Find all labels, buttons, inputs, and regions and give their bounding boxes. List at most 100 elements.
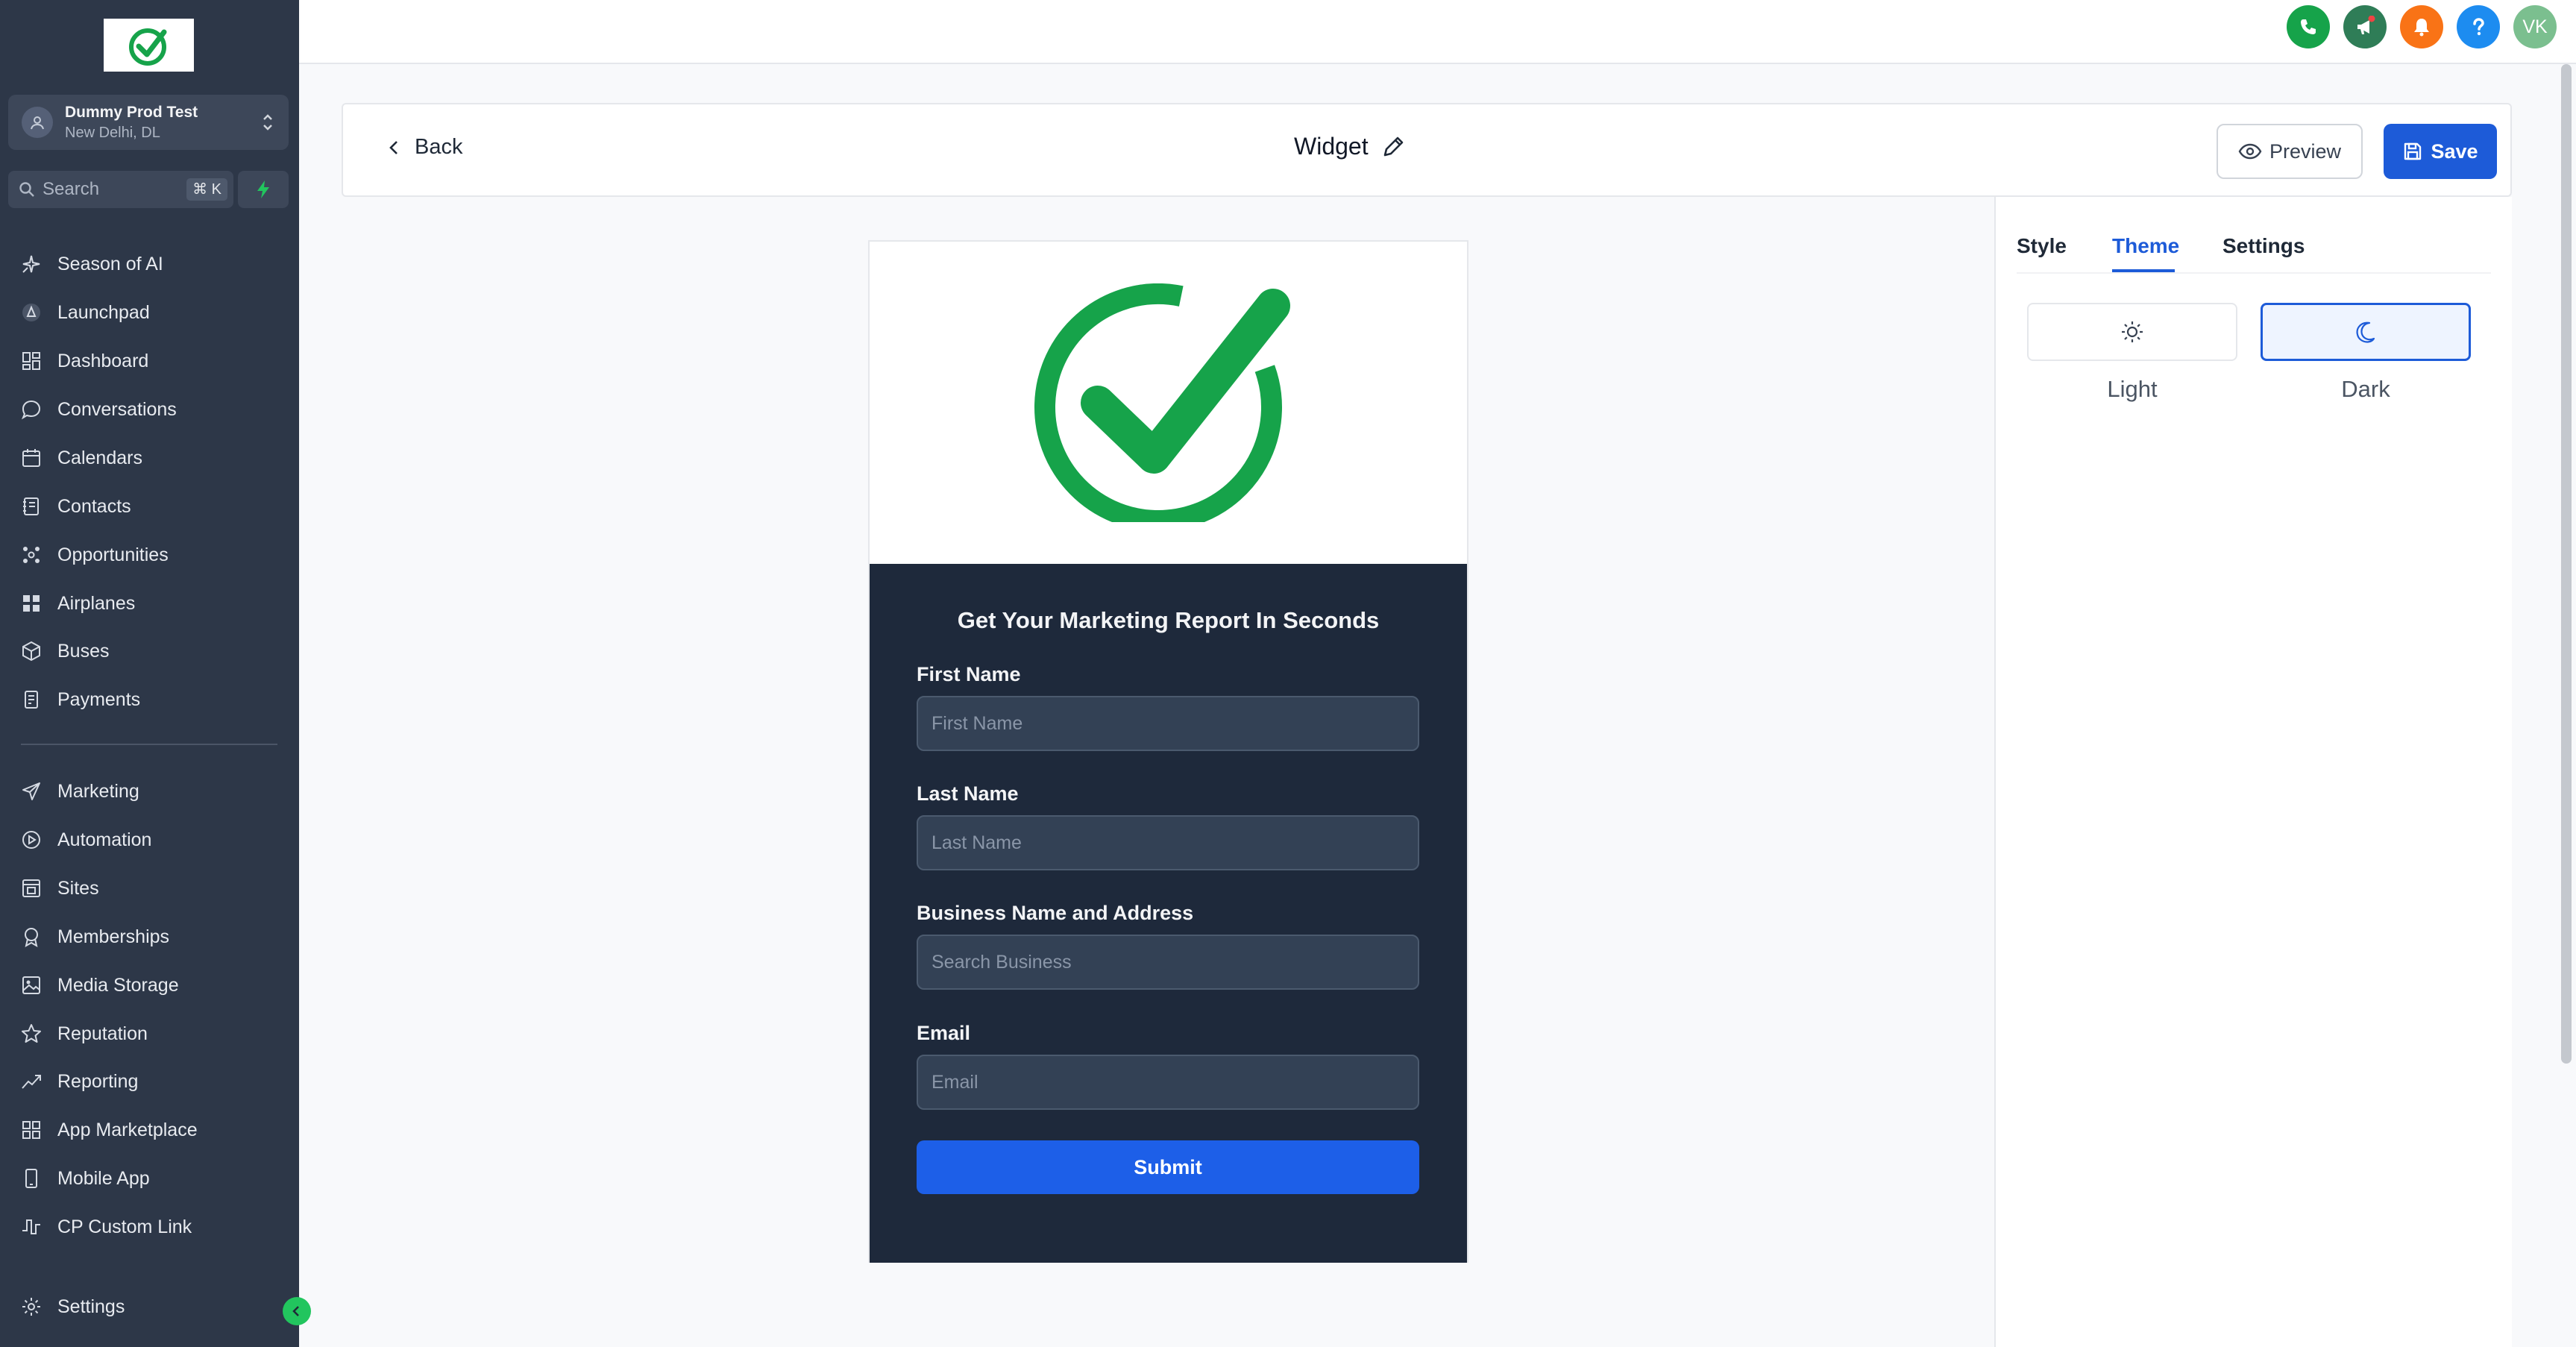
chevron-left-icon	[292, 1306, 299, 1316]
top-bar: VK	[299, 0, 2576, 64]
badge-icon	[19, 924, 44, 949]
pulse-icon	[19, 1214, 44, 1240]
contact-book-icon	[19, 494, 44, 519]
sidebar-item-label: Conversations	[57, 398, 177, 420]
back-button[interactable]: Back	[385, 135, 462, 160]
first-name-input[interactable]: First Name	[917, 696, 1419, 751]
sidebar-item-reporting[interactable]: Reporting	[19, 1063, 138, 1100]
sidebar-item-sites[interactable]: Sites	[19, 870, 99, 907]
sidebar-item-reputation[interactable]: Reputation	[19, 1015, 148, 1052]
chevron-left-icon	[389, 140, 398, 154]
sidebar-item-label: CP Custom Link	[57, 1216, 192, 1237]
trend-icon	[19, 1069, 44, 1094]
lightning-icon	[257, 180, 269, 198]
rocket-icon	[19, 300, 44, 325]
search-shortcut: ⌘ K	[186, 178, 227, 201]
form-heading: Get Your Marketing Report In Seconds	[957, 607, 1380, 633]
sidebar-item-label: Reporting	[57, 1070, 139, 1092]
sidebar-item-label: Reputation	[57, 1023, 148, 1044]
save-button[interactable]: Save	[2384, 124, 2497, 179]
sidebar-item-memberships[interactable]: Memberships	[19, 918, 169, 955]
sidebar-item-conversations[interactable]: Conversations	[19, 391, 177, 428]
bell-icon	[2414, 19, 2429, 37]
sidebar-item-cp-custom-link[interactable]: CP Custom Link	[19, 1208, 192, 1246]
sidebar-item-settings[interactable]: Settings	[19, 1288, 125, 1325]
account-location: New Delhi, DL	[65, 125, 160, 141]
last-name-input[interactable]: Last Name	[917, 815, 1419, 870]
calendar-icon	[19, 445, 44, 471]
phone-device-icon	[19, 1166, 44, 1191]
sidebar-item-contacts[interactable]: Contacts	[19, 488, 131, 525]
megaphone-icon	[2357, 16, 2375, 34]
widget-title: Widget	[1294, 133, 1369, 160]
sidebar-item-opportunities[interactable]: Opportunities	[19, 536, 169, 574]
sidebar-item-season-of-ai[interactable]: Season of AI	[19, 245, 163, 283]
search-icon	[19, 182, 34, 197]
sidebar-item-marketing[interactable]: Marketing	[19, 773, 139, 810]
sidebar-item-label: App Marketplace	[57, 1119, 198, 1140]
automation-icon	[19, 827, 44, 853]
page-scrollbar[interactable]	[2561, 64, 2572, 1064]
sidebar-item-app-marketplace[interactable]: App Marketplace	[19, 1111, 198, 1149]
chat-bubble-icon	[19, 397, 44, 422]
user-avatar[interactable]: VK	[2513, 5, 2557, 48]
search-placeholder: Search	[43, 179, 100, 199]
gear-icon	[19, 1294, 44, 1319]
sidebar-item-launchpad[interactable]: Launchpad	[19, 294, 150, 331]
network-icon	[19, 542, 44, 568]
announcements-button[interactable]	[2343, 5, 2387, 48]
check-logo-icon	[128, 28, 166, 66]
sidebar-item-label: Mobile App	[57, 1167, 150, 1189]
theme-light-label: Light	[2107, 376, 2158, 402]
eye-icon	[2238, 143, 2262, 160]
tab-style[interactable]: Style	[2017, 234, 2067, 258]
sidebar-item-label: Contacts	[57, 495, 131, 517]
image-icon	[19, 973, 44, 998]
tab-settings[interactable]: Settings	[2222, 234, 2305, 258]
sidebar-item-label: Memberships	[57, 926, 170, 947]
lead-form: Get Your Marketing Report In Seconds Fir…	[870, 564, 1467, 1263]
account-name: Dummy Prod Test	[65, 104, 198, 121]
site-icon	[19, 876, 44, 901]
company-logo[interactable]	[104, 19, 194, 72]
sidebar-item-label: Launchpad	[57, 301, 150, 323]
sidebar-item-label: Automation	[57, 829, 152, 850]
sidebar-item-label: Settings	[57, 1296, 125, 1317]
back-label: Back	[415, 135, 463, 159]
sidebar-item-media-storage[interactable]: Media Storage	[19, 967, 179, 1004]
sidebar-item-payments[interactable]: Payments	[19, 681, 140, 718]
sidebar-item-buses[interactable]: Buses	[19, 632, 109, 670]
sidebar-item-label: Payments	[57, 688, 141, 710]
preview-button[interactable]: Preview	[2217, 124, 2363, 179]
sidebar-collapse-button[interactable]	[283, 1297, 311, 1325]
sidebar-item-label: Calendars	[57, 447, 142, 468]
account-switcher[interactable]: Dummy Prod Test New Delhi, DL	[8, 95, 289, 150]
pencil-icon[interactable]	[1380, 134, 1406, 160]
business-search-input[interactable]: Search Business	[917, 935, 1419, 990]
sidebar-item-label: Airplanes	[57, 592, 136, 614]
theme-option-light[interactable]	[2027, 303, 2237, 361]
sidebar-item-calendars[interactable]: Calendars	[19, 439, 142, 477]
tab-divider	[2017, 272, 2491, 274]
submit-button[interactable]: Submit	[917, 1140, 1419, 1194]
sidebar-item-label: Buses	[57, 640, 110, 662]
tab-theme[interactable]: Theme	[2112, 234, 2179, 258]
sidebar-item-dashboard[interactable]: Dashboard	[19, 342, 148, 380]
quick-action-button[interactable]	[238, 171, 289, 208]
moon-icon	[2356, 321, 2375, 343]
sidebar-item-mobile-app[interactable]: Mobile App	[19, 1160, 150, 1197]
widget-logo	[870, 242, 1467, 564]
settings-panel: Style Theme Settings Light Dark	[1994, 197, 2512, 1347]
theme-option-dark[interactable]	[2261, 303, 2471, 361]
star-icon	[19, 1021, 44, 1046]
search-input[interactable]: Search ⌘ K	[8, 171, 233, 208]
phone-button[interactable]	[2287, 5, 2330, 48]
floppy-disk-icon	[2404, 142, 2422, 160]
email-input[interactable]: Email	[917, 1055, 1419, 1110]
notifications-button[interactable]	[2400, 5, 2443, 48]
sidebar-item-airplanes[interactable]: Airplanes	[19, 585, 135, 622]
sidebar: Dummy Prod Test New Delhi, DL Search ⌘ K…	[0, 0, 299, 1347]
help-button[interactable]	[2457, 5, 2500, 48]
chevron-updown-icon	[263, 114, 272, 131]
sidebar-item-automation[interactable]: Automation	[19, 821, 151, 858]
